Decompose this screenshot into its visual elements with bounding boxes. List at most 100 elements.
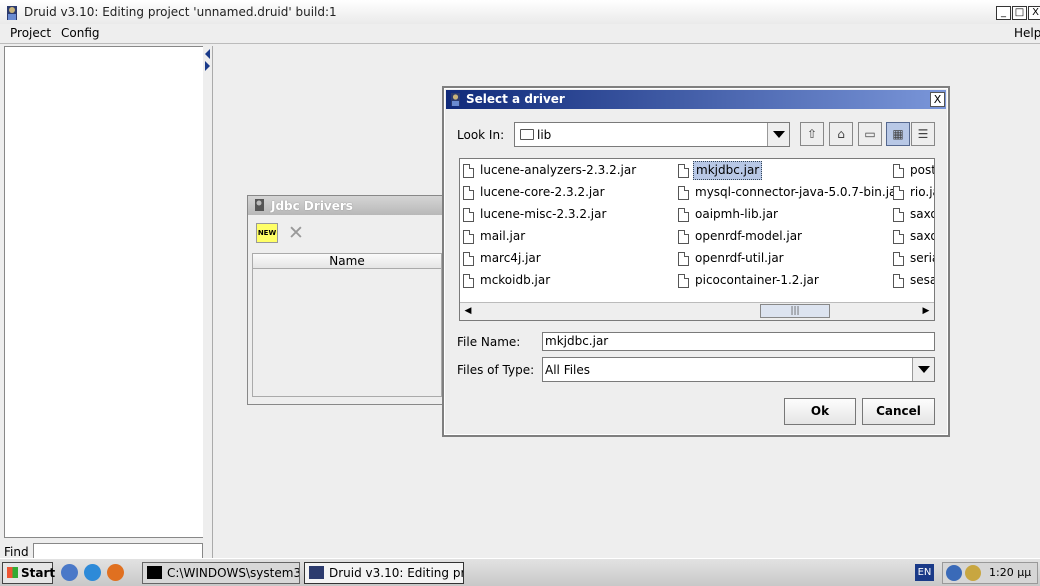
firefox-icon[interactable] <box>107 564 124 581</box>
jar-file-icon <box>463 230 474 244</box>
find-label: Find <box>4 545 29 559</box>
select-driver-dialog: Select a driver X Look In: lib ⇧ ⌂ ▭ ▦ ☰… <box>442 86 950 437</box>
up-folder-button[interactable]: ⇧ <box>800 122 824 146</box>
main-window-title: Druid v3.10: Editing project 'unnamed.dr… <box>24 5 337 19</box>
show-desktop-icon[interactable] <box>61 564 78 581</box>
console-icon <box>147 566 162 579</box>
taskbar-item-label: Druid v3.10: Editing pr... <box>329 566 464 580</box>
clock: 1:20 μμ <box>989 566 1032 579</box>
list-item[interactable]: openrdf-model.jar <box>675 227 890 246</box>
list-item[interactable]: seria <box>890 249 934 268</box>
jar-file-icon <box>893 164 904 178</box>
jar-file-icon <box>893 186 904 200</box>
network-icon[interactable] <box>946 565 962 581</box>
new-folder-button[interactable]: ▭ <box>858 122 882 146</box>
jar-file-icon <box>678 208 689 222</box>
expand-right-arrow-icon[interactable] <box>205 61 210 71</box>
jar-file-icon <box>463 274 474 288</box>
menu-help[interactable]: Help <box>1014 26 1040 40</box>
jar-file-icon <box>678 164 689 178</box>
jar-file-icon <box>463 164 474 178</box>
list-item[interactable]: rio.ja <box>890 183 934 202</box>
name-column-header[interactable]: Name <box>252 253 442 269</box>
new-driver-button[interactable]: NEW <box>256 223 278 243</box>
taskbar: Start C:\WINDOWS\system32... Druid v3.10… <box>0 558 1040 586</box>
internet-explorer-icon[interactable] <box>84 564 101 581</box>
menu-project[interactable]: Project <box>10 26 51 40</box>
dialog-title: Select a driver <box>466 92 565 106</box>
jdbc-drivers-title-bar[interactable]: Jdbc Drivers <box>248 196 446 215</box>
look-in-combo[interactable]: lib <box>514 122 790 147</box>
collapse-left-arrow-icon[interactable] <box>205 49 210 59</box>
dialog-close-button[interactable]: X <box>930 92 945 107</box>
maximize-button[interactable]: □ <box>1012 6 1027 20</box>
file-list[interactable]: lucene-analyzers-2.3.2.jar lucene-core-2… <box>459 158 935 321</box>
list-item[interactable]: saxo <box>890 227 934 246</box>
druid-app-icon <box>309 566 324 579</box>
scroll-thumb[interactable]: ||| <box>760 304 830 318</box>
list-item[interactable]: saxo <box>890 205 934 224</box>
list-item[interactable]: mail.jar <box>460 227 675 246</box>
list-item[interactable]: mysql-connector-java-5.0.7-bin.jar <box>675 183 901 202</box>
jar-file-icon <box>678 252 689 266</box>
language-indicator[interactable]: EN <box>915 564 934 581</box>
system-tray: 1:20 μμ <box>942 562 1038 584</box>
list-item[interactable]: sesa <box>890 271 934 290</box>
file-name-input[interactable]: mkjdbc.jar <box>542 332 935 351</box>
cancel-button[interactable]: Cancel <box>862 398 935 425</box>
start-button[interactable]: Start <box>2 562 56 584</box>
details-view-icon: ☰ <box>917 127 929 141</box>
list-item[interactable]: post <box>890 161 934 180</box>
files-of-type-combo[interactable]: All Files <box>542 357 935 382</box>
main-title-bar: Druid v3.10: Editing project 'unnamed.dr… <box>0 0 1040 26</box>
list-item[interactable]: lucene-core-2.3.2.jar <box>460 183 675 202</box>
jar-file-icon <box>463 208 474 222</box>
list-item[interactable]: lucene-misc-2.3.2.jar <box>460 205 675 224</box>
chevron-down-icon[interactable] <box>912 358 934 381</box>
delete-icon[interactable]: ✕ <box>288 222 304 244</box>
split-pane-divider[interactable] <box>203 46 213 558</box>
details-view-button[interactable]: ☰ <box>911 122 935 146</box>
jar-file-icon <box>893 252 904 266</box>
list-item[interactable]: lucene-analyzers-2.3.2.jar <box>460 161 675 180</box>
list-item[interactable]: openrdf-util.jar <box>675 249 890 268</box>
drivers-table-body[interactable] <box>252 269 442 397</box>
ok-button[interactable]: Ok <box>784 398 856 425</box>
list-item[interactable]: marc4j.jar <box>460 249 675 268</box>
list-item[interactable]: oaipmh-lib.jar <box>675 205 890 224</box>
volume-icon[interactable] <box>965 565 981 581</box>
home-button[interactable]: ⌂ <box>829 122 853 146</box>
jar-file-icon <box>893 208 904 222</box>
dialog-title-bar[interactable]: Select a driver X <box>446 90 946 109</box>
minimize-button[interactable]: _ <box>996 6 1011 20</box>
file-name-label: File Name: <box>457 335 521 349</box>
windows-logo-icon <box>7 567 18 578</box>
druid-app-icon <box>451 93 460 106</box>
look-in-value: lib <box>537 128 552 142</box>
jdbc-drivers-title: Jdbc Drivers <box>271 199 353 213</box>
close-button[interactable]: X <box>1028 6 1040 20</box>
list-item[interactable]: picocontainer-1.2.jar <box>675 271 890 290</box>
new-folder-icon: ▭ <box>864 127 876 141</box>
horizontal-scrollbar[interactable]: ◀ ||| ▶ <box>460 302 934 320</box>
project-tree-panel[interactable] <box>4 46 204 538</box>
chevron-down-icon[interactable] <box>767 123 789 146</box>
taskbar-item-cmd[interactable]: C:\WINDOWS\system32... <box>142 562 300 584</box>
scroll-right-icon[interactable]: ▶ <box>919 304 933 319</box>
list-view-button[interactable]: ▦ <box>886 122 910 146</box>
taskbar-item-druid[interactable]: Druid v3.10: Editing pr... <box>304 562 464 584</box>
taskbar-item-label: C:\WINDOWS\system32... <box>167 566 299 580</box>
folder-icon <box>520 129 534 140</box>
list-item-selected[interactable]: mkjdbc.jar <box>675 161 890 180</box>
find-input[interactable] <box>33 543 203 559</box>
menu-config[interactable]: Config <box>61 26 100 40</box>
scroll-left-icon[interactable]: ◀ <box>461 304 475 319</box>
jar-file-icon <box>893 274 904 288</box>
start-label: Start <box>21 566 56 580</box>
files-of-type-label: Files of Type: <box>457 363 535 377</box>
jar-file-icon <box>463 186 474 200</box>
up-folder-icon: ⇧ <box>806 127 818 141</box>
files-of-type-value: All Files <box>545 363 591 377</box>
list-item[interactable]: mckoidb.jar <box>460 271 675 290</box>
jar-file-icon <box>678 230 689 244</box>
